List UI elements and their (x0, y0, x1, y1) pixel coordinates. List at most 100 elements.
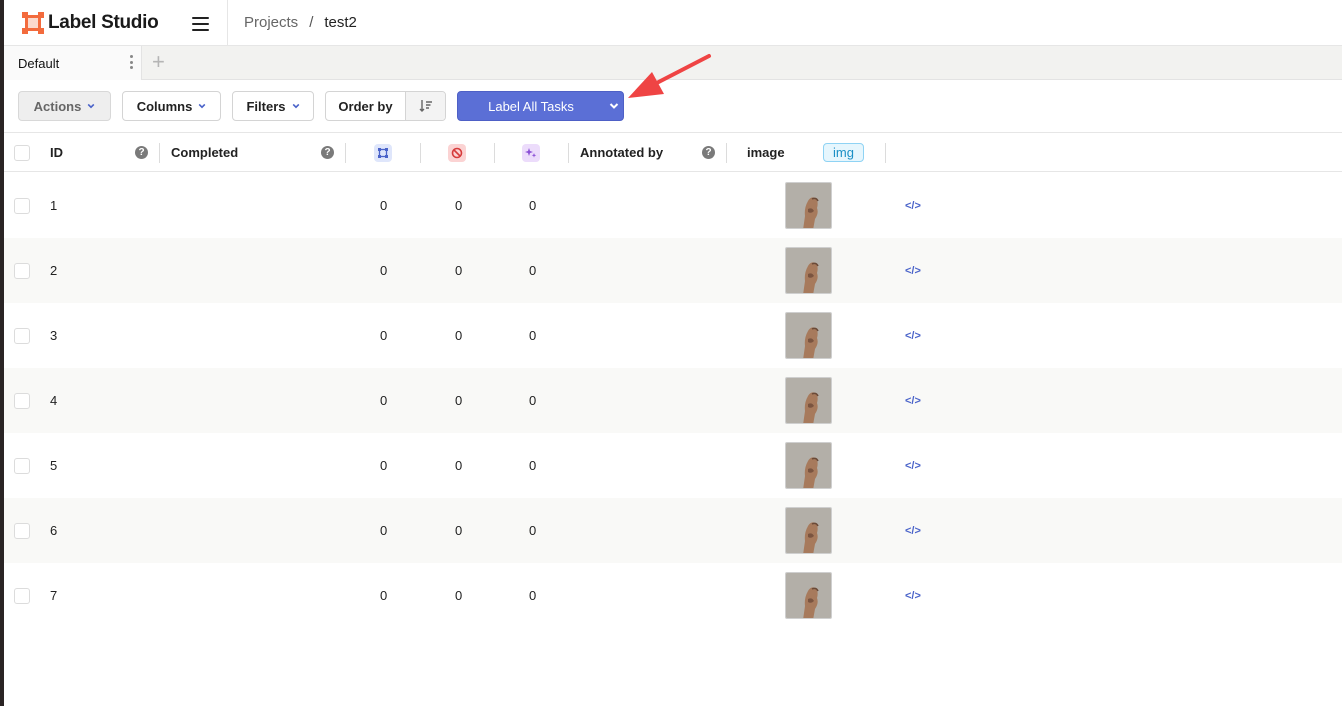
column-divider (568, 143, 569, 163)
row-select-cell (14, 303, 30, 368)
annotations-count: 0 (380, 198, 388, 213)
source-code-icon[interactable]: </> (905, 563, 921, 628)
predictions-count: 0 (529, 328, 537, 343)
cancelled-count: 0 (455, 393, 463, 408)
tab-options-icon[interactable] (129, 55, 133, 69)
row-select-cell (14, 368, 30, 433)
predictions-count: 0 (529, 198, 537, 213)
breadcrumb-current-project[interactable]: test2 (324, 14, 357, 31)
label-all-dropdown-toggle[interactable] (604, 92, 623, 120)
image-thumbnail-cell (785, 238, 832, 303)
columns-button[interactable]: Columns (122, 91, 221, 121)
source-code-icon[interactable]: </> (905, 173, 921, 238)
label-all-tasks-button[interactable]: Label All Tasks (458, 92, 604, 120)
id-help-icon[interactable]: ? (135, 133, 148, 172)
task-id: 4 (50, 393, 58, 408)
column-header-annotated-by[interactable]: Annotated by (580, 133, 663, 172)
breadcrumb-separator: / (309, 14, 314, 31)
image-thumbnail[interactable] (785, 377, 832, 424)
image-thumbnail[interactable] (785, 247, 832, 294)
row-checkbox[interactable] (14, 587, 30, 604)
row-checkbox[interactable] (14, 197, 30, 214)
column-header-id[interactable]: ID (50, 133, 63, 172)
predictions-count: 0 (529, 458, 537, 473)
img-tag: img (823, 143, 864, 162)
image-thumbnail-cell (785, 303, 832, 368)
annotations-count: 0 (380, 263, 388, 278)
row-checkbox[interactable] (14, 327, 30, 344)
order-by-control: Order by (325, 91, 446, 121)
cancelled-count: 0 (455, 523, 463, 538)
image-thumbnail[interactable] (785, 572, 832, 619)
source-code-icon[interactable]: </> (905, 498, 921, 563)
source-code-icon[interactable]: </> (905, 433, 921, 498)
task-id: 3 (50, 328, 58, 343)
image-thumbnail[interactable] (785, 182, 832, 229)
order-by-button[interactable]: Order by (326, 92, 406, 120)
image-thumbnail-cell (785, 368, 832, 433)
source-code-icon[interactable]: </> (905, 368, 921, 433)
column-header-predictions[interactable] (522, 133, 540, 172)
chevron-down-icon (292, 103, 299, 109)
image-type-tag: img (823, 133, 864, 172)
task-id: 1 (50, 198, 58, 213)
source-code-icon[interactable]: </> (905, 303, 921, 368)
image-thumbnail[interactable] (785, 312, 832, 359)
task-id: 7 (50, 588, 58, 603)
column-divider (726, 143, 727, 163)
breadcrumb-projects-link[interactable]: Projects (244, 14, 298, 31)
filters-label: Filters (246, 98, 286, 114)
app-window: Label Studio Projects / test2 Default + … (0, 0, 1342, 706)
chevron-down-icon (87, 103, 95, 109)
predictions-count: 0 (529, 523, 537, 538)
column-header-annotations[interactable] (374, 133, 392, 172)
column-header-completed[interactable]: Completed (171, 133, 238, 172)
cancelled-icon (448, 143, 466, 162)
completed-help-icon[interactable]: ? (321, 133, 334, 172)
top-bar: Label Studio Projects / test2 (4, 0, 1342, 46)
row-select-cell (14, 498, 30, 563)
image-thumbnail[interactable] (785, 507, 832, 554)
predictions-count: 0 (529, 588, 537, 603)
breadcrumb: Projects / test2 (228, 14, 357, 31)
add-tab-icon[interactable]: + (152, 51, 165, 73)
chevron-down-icon (198, 103, 206, 109)
menu-icon[interactable] (192, 17, 209, 31)
row-checkbox[interactable] (14, 392, 30, 409)
annotations-count: 0 (380, 328, 388, 343)
image-thumbnail-cell (785, 498, 832, 563)
image-thumbnail-cell (785, 433, 832, 498)
table-row[interactable]: 2 0 0 0 </> (4, 238, 1342, 303)
table-row[interactable]: 3 0 0 0 </> (4, 303, 1342, 368)
annotated-by-help-icon[interactable]: ? (702, 133, 715, 172)
column-divider (345, 143, 346, 163)
columns-label: Columns (136, 98, 193, 114)
column-divider (494, 143, 495, 163)
table-row[interactable]: 7 0 0 0 </> (4, 563, 1342, 628)
table-row[interactable]: 5 0 0 0 </> (4, 433, 1342, 498)
filters-button[interactable]: Filters (232, 91, 314, 121)
row-select-cell (14, 563, 30, 628)
cancelled-count: 0 (455, 263, 463, 278)
predictions-count: 0 (529, 393, 537, 408)
row-select-cell (14, 433, 30, 498)
row-checkbox[interactable] (14, 457, 30, 474)
row-checkbox[interactable] (14, 522, 30, 539)
table-row[interactable]: 4 0 0 0 </> (4, 368, 1342, 433)
column-header-cancelled[interactable] (448, 133, 466, 172)
row-select-cell (14, 173, 30, 238)
annotations-count: 0 (380, 458, 388, 473)
row-checkbox[interactable] (14, 262, 30, 279)
image-thumbnail[interactable] (785, 442, 832, 489)
column-header-image[interactable]: image (747, 133, 785, 172)
sort-icon (419, 100, 432, 112)
table-row[interactable]: 1 0 0 0 </> (4, 173, 1342, 238)
source-code-icon[interactable]: </> (905, 238, 921, 303)
tab-default[interactable]: Default (4, 46, 142, 80)
select-all-cell (14, 133, 30, 172)
cancelled-count: 0 (455, 198, 463, 213)
actions-button[interactable]: Actions (18, 91, 111, 121)
table-row[interactable]: 6 0 0 0 </> (4, 498, 1342, 563)
select-all-checkbox[interactable] (14, 144, 30, 161)
sort-direction-toggle[interactable] (406, 92, 445, 120)
